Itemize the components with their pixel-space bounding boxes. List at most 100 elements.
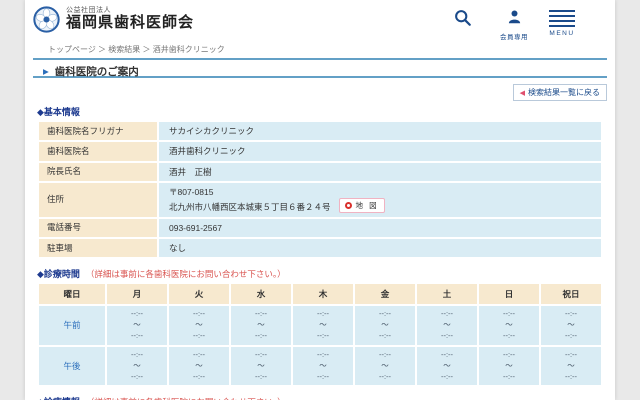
hours-cell-line: ～ (543, 361, 599, 372)
menu-button[interactable]: MENU (540, 9, 584, 37)
members-only-button[interactable]: 会員専用 (492, 9, 536, 41)
hours-cell-line: --:-- (419, 372, 475, 383)
hours-cell-line: ～ (233, 320, 289, 331)
hours-cell-line: --:-- (171, 350, 227, 361)
hours-cell-line: --:-- (481, 350, 537, 361)
basic-info-table: 歯科医院名フリガナ サカイシカクリニック歯科医院名 酒井歯科クリニック院長氏名 酒井 … (37, 120, 603, 259)
hours-heading: ◆診療時間 （詳細は事前に各歯科医院にお問い合わせ下さい。） (37, 267, 603, 279)
hours-cell-line: --:-- (357, 331, 413, 342)
map-button[interactable]: 地 図 (339, 198, 385, 213)
hours-cell-line: ～ (357, 320, 413, 331)
row-value: 酒井 正樹 (159, 163, 601, 181)
hours-cell-line: ～ (233, 361, 289, 372)
hours-cell: --:--～--:-- (355, 347, 415, 386)
hours-note: （詳細は事前に各歯科医院にお問い合わせ下さい。） (86, 269, 286, 279)
hours-cell-line: --:-- (481, 309, 537, 320)
hours-cell-line: --:-- (543, 372, 599, 383)
hours-cell-line: ～ (109, 361, 165, 372)
value-line: 酒井歯科クリニック (169, 146, 246, 156)
hours-cell-line: --:-- (481, 372, 537, 383)
hours-cell-line: --:-- (295, 372, 351, 383)
hours-cell: --:--～--:-- (293, 306, 353, 345)
hours-cell-line: ～ (109, 320, 165, 331)
hours-cell-line: --:-- (171, 372, 227, 383)
hours-cell-line: --:-- (295, 331, 351, 342)
hours-cell: --:--～--:-- (417, 347, 477, 386)
hamburger-menu-icon (549, 10, 575, 27)
hours-cell-line: --:-- (419, 309, 475, 320)
table-row: 院長氏名 酒井 正樹 (39, 163, 601, 181)
value-line: 北九州市八幡西区本城東５丁目６番２４号 (169, 202, 331, 212)
hours-header-row: 曜日月火水木金土日祝日 (39, 284, 601, 304)
breadcrumb[interactable]: トップページ ＞ 検索結果 ＞ 酒井歯科クリニック (25, 40, 615, 54)
hours-col-day: 祝日 (541, 284, 601, 304)
hours-cell-line: --:-- (233, 331, 289, 342)
hours-cell-line: --:-- (481, 331, 537, 342)
hours-cell-line: ～ (419, 361, 475, 372)
back-arrow-icon: ◀ (520, 90, 525, 97)
hours-cell: --:--～--:-- (479, 347, 539, 386)
page-title: 歯科医院のご案内 (55, 66, 139, 78)
row-label: 歯科医院名フリガナ (39, 122, 157, 140)
title-arrow-icon: ▶ (43, 67, 49, 76)
hours-table: 曜日月火水木金土日祝日 午前--:--～--:----:--～--:----:-… (37, 282, 603, 387)
hours-cell-line: --:-- (357, 372, 413, 383)
value-line: 酒井 正樹 (169, 167, 212, 177)
row-label: 歯科医院名 (39, 142, 157, 160)
table-row: 住所〒807-0815北九州市八幡西区本城東５丁目６番２４号地 図 (39, 183, 601, 217)
hours-col-day: 金 (355, 284, 415, 304)
row-label: 院長氏名 (39, 163, 157, 181)
value-line: なし (169, 243, 186, 253)
page-card: 公益社団法人 福岡県歯科医師会 会員専用 MENU トップページ ＞ 検索結果 (25, 0, 615, 400)
table-row: 歯科医院名フリガナ サカイシカクリニック (39, 122, 601, 140)
hours-cell-line: --:-- (419, 350, 475, 361)
hours-cell-line: ～ (481, 320, 537, 331)
hours-row: 午後--:--～--:----:--～--:----:--～--:----:--… (39, 347, 601, 386)
hours-cell: --:--～--:-- (107, 347, 167, 386)
hours-cell-line: ～ (171, 320, 227, 331)
members-only-label: 会員専用 (492, 31, 536, 41)
hours-cell-line: ～ (481, 361, 537, 372)
hours-cell-line: --:-- (543, 331, 599, 342)
hours-cell-line: --:-- (171, 331, 227, 342)
hours-cell-line: ～ (171, 361, 227, 372)
row-label: 駐車場 (39, 239, 157, 257)
hours-cell: --:--～--:-- (293, 347, 353, 386)
hours-cell-line: --:-- (109, 331, 165, 342)
hours-cell: --:--～--:-- (355, 306, 415, 345)
hours-col-day: 火 (169, 284, 229, 304)
hours-cell: --:--～--:-- (231, 347, 291, 386)
hours-row-label: 午後 (39, 347, 105, 386)
hours-cell-line: --:-- (295, 350, 351, 361)
hours-row-label: 午前 (39, 306, 105, 345)
hours-cell-line: --:-- (543, 350, 599, 361)
hours-col-day: 月 (107, 284, 167, 304)
basic-info-heading-text: ◆基本情報 (37, 107, 80, 117)
hours-cell: --:--～--:-- (231, 306, 291, 345)
hours-col-day: 日 (479, 284, 539, 304)
hours-cell-line: ～ (357, 361, 413, 372)
hours-cell-line: --:-- (295, 309, 351, 320)
clinical-info-heading: ◆診療情報（詳細は事前に各歯科医院にお問い合わせ下さい。） (37, 395, 603, 400)
hours-col-day: 土 (417, 284, 477, 304)
value-line: 〒807-0815 (169, 187, 213, 197)
back-row: ◀検索結果一覧に戻る (33, 82, 607, 97)
hours-cell-line: --:-- (357, 350, 413, 361)
site-logo[interactable]: 公益社団法人 福岡県歯科医師会 (33, 6, 194, 33)
hours-cell-line: --:-- (109, 372, 165, 383)
row-value: 093-691-2567 (159, 219, 601, 237)
value-line: サカイシカクリニック (169, 126, 254, 136)
hours-heading-text: ◆診療時間 (37, 269, 80, 279)
hours-cell: --:--～--:-- (479, 306, 539, 345)
hours-cell: --:--～--:-- (107, 306, 167, 345)
hours-cell-line: --:-- (233, 350, 289, 361)
hours-col-day: 木 (293, 284, 353, 304)
row-value: 酒井歯科クリニック (159, 142, 601, 160)
hours-cell-line: ～ (295, 320, 351, 331)
hours-cell-line: --:-- (419, 331, 475, 342)
hours-cell: --:--～--:-- (169, 347, 229, 386)
search-button[interactable] (453, 9, 471, 31)
menu-label: MENU (540, 30, 584, 37)
table-row: 歯科医院名 酒井歯科クリニック (39, 142, 601, 160)
back-to-results-button[interactable]: ◀検索結果一覧に戻る (513, 84, 607, 101)
